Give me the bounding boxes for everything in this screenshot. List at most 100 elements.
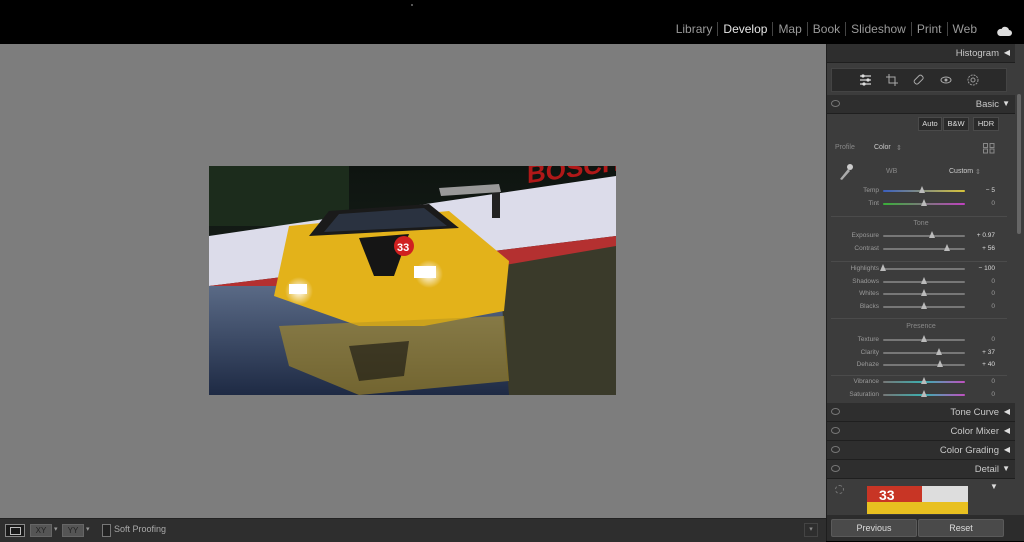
before-after-button[interactable]: YY (62, 524, 84, 537)
visibility-eye-icon[interactable] (831, 408, 840, 415)
loupe-view-button[interactable] (5, 524, 25, 537)
collapse-left-icon: ◀ (1003, 426, 1010, 435)
temp-slider-thumb[interactable] (919, 186, 926, 193)
whites-slider-thumb[interactable] (921, 289, 927, 296)
edit-sliders-icon[interactable] (858, 73, 873, 88)
vibrance-label: Vibrance (853, 378, 879, 385)
profile-label: Profile (835, 144, 855, 151)
exposure-slider[interactable] (883, 235, 965, 237)
blacks-value[interactable]: 0 (991, 303, 995, 310)
develop-panel: Histogram ◀ Basic ▼ Auto B&W HDR Profile C… (826, 44, 1024, 541)
module-library[interactable]: Library (671, 22, 718, 36)
texture-slider-thumb[interactable] (921, 335, 927, 342)
divider (831, 216, 1007, 217)
clarity-slider-thumb[interactable] (935, 347, 942, 355)
basic-auto-button[interactable]: Auto (918, 117, 942, 131)
dehaze-value[interactable]: + 40 (982, 361, 995, 368)
dehaze-slider[interactable] (883, 364, 965, 366)
blacks-label: Blacks (859, 302, 879, 310)
texture-slider-row: Texture 0 (827, 334, 1015, 346)
exposure-slider-thumb[interactable] (929, 231, 936, 238)
detail-target-icon[interactable] (835, 485, 844, 494)
vibrance-value[interactable]: 0 (991, 378, 995, 385)
before-after-dropdown-icon[interactable]: ▾ (86, 525, 90, 533)
contrast-value[interactable]: + 56 (982, 245, 995, 252)
temp-slider-row: Temp − 5 (827, 185, 1015, 197)
compare-dropdown-icon[interactable]: ▾ (54, 525, 58, 533)
highlights-value[interactable]: − 100 (979, 265, 995, 272)
color-mixer-header[interactable]: Color Mixer ◀ (827, 422, 1015, 441)
module-web[interactable]: Web (948, 22, 982, 36)
reset-button[interactable]: Reset (918, 519, 1004, 537)
vibrance-slider-thumb[interactable] (921, 377, 927, 384)
collapse-left-icon: ◀ (1003, 407, 1010, 416)
compare-view-button[interactable]: XY (30, 524, 52, 537)
histogram-header[interactable]: Histogram ◀ (827, 44, 1015, 63)
healing-icon[interactable] (912, 73, 927, 88)
module-bar: Library Develop Map Book Slideshow Print Web (0, 0, 1024, 44)
photo-preview[interactable]: BOSCH 33 (209, 166, 616, 395)
panel-title: Color Mixer (950, 426, 999, 437)
detail-preview-toggle-icon[interactable]: ▼ (990, 482, 998, 491)
module-develop[interactable]: Develop (718, 22, 772, 36)
basic-header[interactable]: Basic ▼ (827, 95, 1015, 114)
visibility-eye-icon[interactable] (831, 446, 840, 453)
crop-icon[interactable] (885, 73, 900, 88)
highlights-slider-thumb[interactable] (880, 264, 886, 271)
exposure-value[interactable]: + 0.97 (977, 232, 995, 239)
clarity-value[interactable]: + 37 (982, 349, 995, 356)
panel-scrollbar[interactable] (1017, 94, 1021, 234)
image-canvas[interactable]: BOSCH 33 (0, 44, 826, 518)
masking-icon[interactable] (966, 73, 981, 88)
soft-proofing-checkbox[interactable] (102, 524, 111, 537)
basic-bw-button[interactable]: B&W (943, 117, 969, 131)
car-number: 33 (397, 242, 409, 254)
highlights-label: Highlights (850, 265, 879, 272)
highlights-slider[interactable] (883, 268, 965, 270)
saturation-value[interactable]: 0 (991, 391, 995, 398)
contrast-label: Contrast (854, 244, 879, 252)
shadows-value[interactable]: 0 (991, 278, 995, 285)
tint-slider-thumb[interactable] (921, 198, 927, 206)
tint-value[interactable]: 0 (991, 200, 995, 207)
module-slideshow[interactable]: Slideshow (846, 22, 911, 36)
red-eye-icon[interactable] (939, 73, 954, 88)
module-book[interactable]: Book (808, 22, 845, 36)
visibility-eye-icon[interactable] (831, 465, 840, 472)
divider (831, 261, 1007, 262)
profile-dropdown-icon[interactable]: ⇕ (896, 144, 902, 152)
wb-eyedropper-icon[interactable] (837, 163, 853, 186)
basic-hdr-button[interactable]: HDR (973, 117, 999, 131)
visibility-eye-icon[interactable] (831, 100, 840, 107)
toolbar-menu-icon[interactable]: ▾ (804, 523, 818, 537)
detail-preview-image[interactable]: 33 (867, 486, 968, 514)
wb-dropdown-icon[interactable]: ⇕ (975, 168, 981, 176)
module-print[interactable]: Print (912, 22, 947, 36)
temp-value[interactable]: − 5 (986, 187, 995, 194)
collapse-left-icon: ◀ (1003, 445, 1010, 454)
saturation-slider-thumb[interactable] (921, 389, 927, 397)
tone-curve-header[interactable]: Tone Curve ◀ (827, 403, 1015, 422)
color-grading-header[interactable]: Color Grading ◀ (827, 441, 1015, 460)
temp-label: Temp (863, 187, 879, 194)
vibrance-slider-row: Vibrance 0 (827, 376, 1015, 388)
wb-dropdown[interactable]: Custom (949, 168, 973, 175)
whites-value[interactable]: 0 (991, 290, 995, 297)
previous-button[interactable]: Previous (831, 519, 917, 537)
cloud-icon[interactable] (996, 23, 1012, 41)
shadows-slider-thumb[interactable] (921, 276, 927, 284)
dehaze-slider-thumb[interactable] (937, 360, 944, 367)
clarity-slider[interactable] (883, 351, 965, 354)
collapse-down-icon: ▼ (1002, 464, 1010, 473)
contrast-slider[interactable] (883, 247, 965, 250)
profile-dropdown[interactable]: Color (874, 144, 891, 151)
texture-value[interactable]: 0 (991, 336, 995, 343)
presence-title: Presence (906, 323, 936, 330)
contrast-slider-thumb[interactable] (943, 243, 950, 251)
detail-header[interactable]: Detail ▼ (827, 460, 1015, 479)
blacks-slider-thumb[interactable] (921, 301, 927, 309)
visibility-eye-icon[interactable] (831, 427, 840, 434)
profile-browser-icon[interactable] (983, 141, 995, 159)
soft-proofing-label: Soft Proofing (114, 524, 167, 534)
module-map[interactable]: Map (773, 22, 806, 36)
